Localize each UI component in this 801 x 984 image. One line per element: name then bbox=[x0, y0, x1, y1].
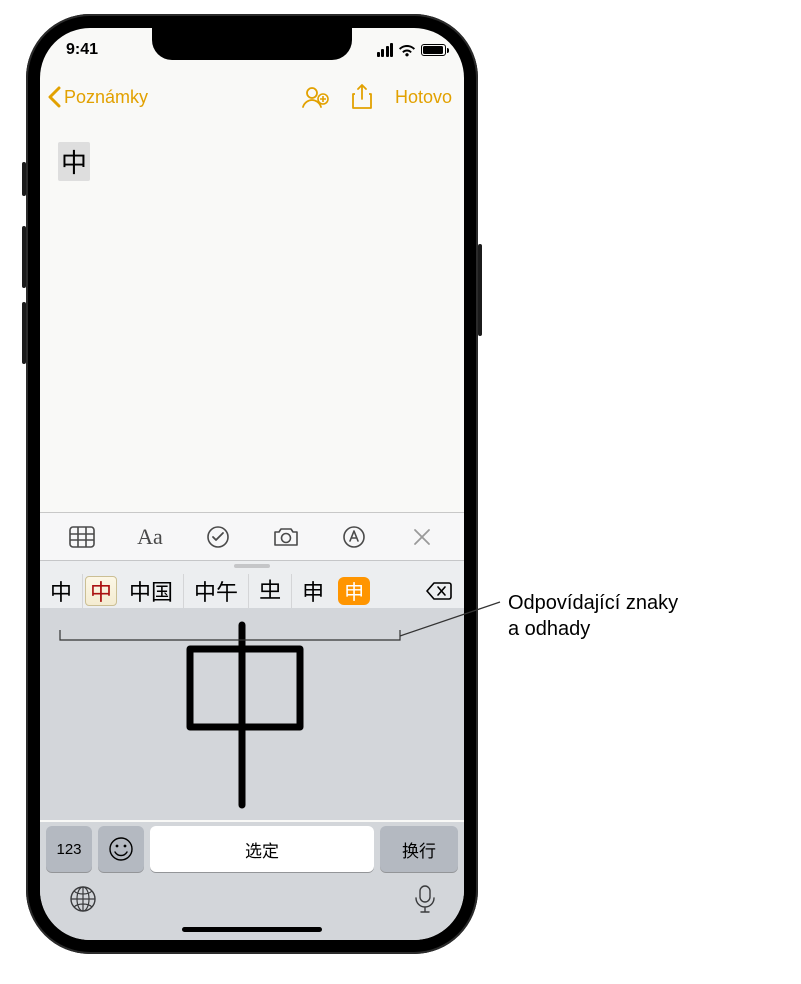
callout-label: Odpovídající znaky a odhady bbox=[508, 590, 778, 642]
notch bbox=[152, 28, 352, 60]
status-time: 9:41 bbox=[66, 41, 98, 59]
callout-line1: Odpovídající znaky bbox=[508, 592, 678, 614]
callout-line2: a odhady bbox=[508, 618, 590, 640]
wifi-icon bbox=[398, 44, 416, 57]
cellular-icon bbox=[377, 43, 394, 57]
status-right bbox=[377, 43, 447, 57]
battery-icon bbox=[421, 44, 446, 56]
callout-line bbox=[0, 0, 801, 984]
